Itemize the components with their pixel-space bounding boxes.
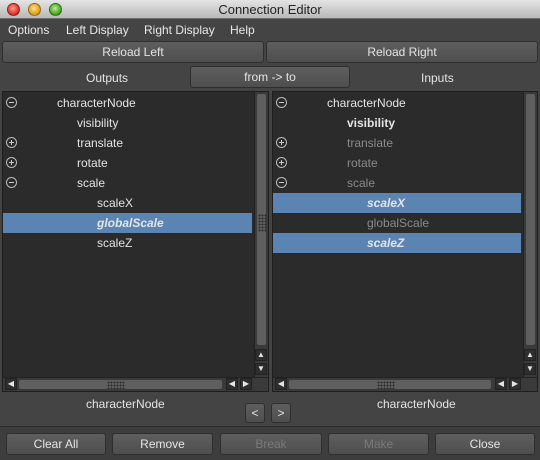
tree-row-scalex[interactable]: scaleX xyxy=(3,193,268,213)
make-button[interactable]: Make xyxy=(328,433,429,455)
right-node-name: characterNode xyxy=(377,397,456,411)
collapse-icon[interactable] xyxy=(6,177,17,188)
tree-row-globalscale[interactable]: globalScale xyxy=(3,213,252,233)
inputs-vertical-scrollbar[interactable]: ▲ ▼ xyxy=(523,92,537,377)
window-title: Connection Editor xyxy=(218,2,322,17)
menu-options[interactable]: Options xyxy=(8,23,49,37)
outputs-vertical-scrollbar[interactable]: ▲ ▼ xyxy=(254,92,268,377)
expand-icon[interactable] xyxy=(6,157,17,168)
outputs-panel[interactable]: characterNode visibility translate rotat… xyxy=(2,91,269,392)
close-button[interactable]: Close xyxy=(435,433,535,455)
splitter-grip-icon[interactable] xyxy=(272,210,273,228)
tree-row-globalscale[interactable]: globalScale xyxy=(273,213,537,233)
expand-icon[interactable] xyxy=(6,137,17,148)
scroll-thumb[interactable] xyxy=(526,94,535,345)
tree-row-scalez[interactable]: scaleZ xyxy=(273,233,521,253)
grip-icon xyxy=(377,381,395,389)
menu-help[interactable]: Help xyxy=(230,23,255,37)
clear-all-button[interactable]: Clear All xyxy=(6,433,106,455)
tree-row-visibility[interactable]: visibility xyxy=(273,113,537,133)
grip-icon xyxy=(107,381,125,389)
tree-row-characternode[interactable]: characterNode xyxy=(273,93,537,113)
collapse-icon[interactable] xyxy=(276,97,287,108)
collapse-icon[interactable] xyxy=(6,97,17,108)
direction-toggle-button[interactable]: from -> to xyxy=(190,66,350,88)
scroll-up-icon[interactable]: ▲ xyxy=(524,349,536,361)
expand-icon[interactable] xyxy=(276,157,287,168)
inputs-panel[interactable]: characterNode visibility translate rotat… xyxy=(272,91,538,392)
expand-icon[interactable] xyxy=(276,137,287,148)
scroll-thumb[interactable] xyxy=(257,94,266,345)
outputs-label: Outputs xyxy=(86,71,129,85)
scroll-left-icon[interactable]: ◀ xyxy=(226,378,238,390)
tree-row-rotate[interactable]: rotate xyxy=(273,153,537,173)
remove-button[interactable]: Remove xyxy=(112,433,213,455)
left-node-name: characterNode xyxy=(86,397,165,411)
tree-row-translate[interactable]: translate xyxy=(273,133,537,153)
break-button[interactable]: Break xyxy=(220,433,322,455)
menu-left-display[interactable]: Left Display xyxy=(66,23,129,37)
scroll-up-icon[interactable]: ▲ xyxy=(255,349,267,361)
tree-row-scale[interactable]: scale xyxy=(3,173,268,193)
previous-node-button[interactable]: < xyxy=(245,403,265,423)
reload-left-button[interactable]: Reload Left xyxy=(2,41,264,63)
scroll-left-icon[interactable]: ◀ xyxy=(495,378,507,390)
scroll-right-icon[interactable]: ▶ xyxy=(509,378,521,390)
scroll-left-icon[interactable]: ◀ xyxy=(5,378,17,390)
title-bar: Connection Editor xyxy=(0,0,540,19)
tree-row-visibility[interactable]: visibility xyxy=(3,113,268,133)
scroll-down-icon[interactable]: ▼ xyxy=(255,363,267,375)
menu-right-display[interactable]: Right Display xyxy=(144,23,215,37)
inputs-label: Inputs xyxy=(421,71,454,85)
scroll-down-icon[interactable]: ▼ xyxy=(524,363,536,375)
grip-icon xyxy=(258,214,266,232)
collapse-icon[interactable] xyxy=(276,177,287,188)
menu-bar: Options Left Display Right Display Help xyxy=(0,20,540,40)
tree-row-characternode[interactable]: characterNode xyxy=(3,93,268,113)
tree-row-scalez[interactable]: scaleZ xyxy=(3,233,268,253)
next-node-button[interactable]: > xyxy=(271,403,291,423)
tree-row-scalex[interactable]: scaleX xyxy=(273,193,521,213)
tree-row-rotate[interactable]: rotate xyxy=(3,153,268,173)
scroll-right-icon[interactable]: ▶ xyxy=(240,378,252,390)
scroll-left-icon[interactable]: ◀ xyxy=(275,378,287,390)
inputs-horizontal-scrollbar[interactable]: ◀ ◀ ▶ xyxy=(273,377,537,391)
scroll-thumb[interactable] xyxy=(19,380,222,389)
reload-right-button[interactable]: Reload Right xyxy=(266,41,538,63)
outputs-horizontal-scrollbar[interactable]: ◀ ◀ ▶ xyxy=(3,377,268,391)
tree-row-translate[interactable]: translate xyxy=(3,133,268,153)
tree-row-scale[interactable]: scale xyxy=(273,173,537,193)
scroll-thumb[interactable] xyxy=(289,380,491,389)
